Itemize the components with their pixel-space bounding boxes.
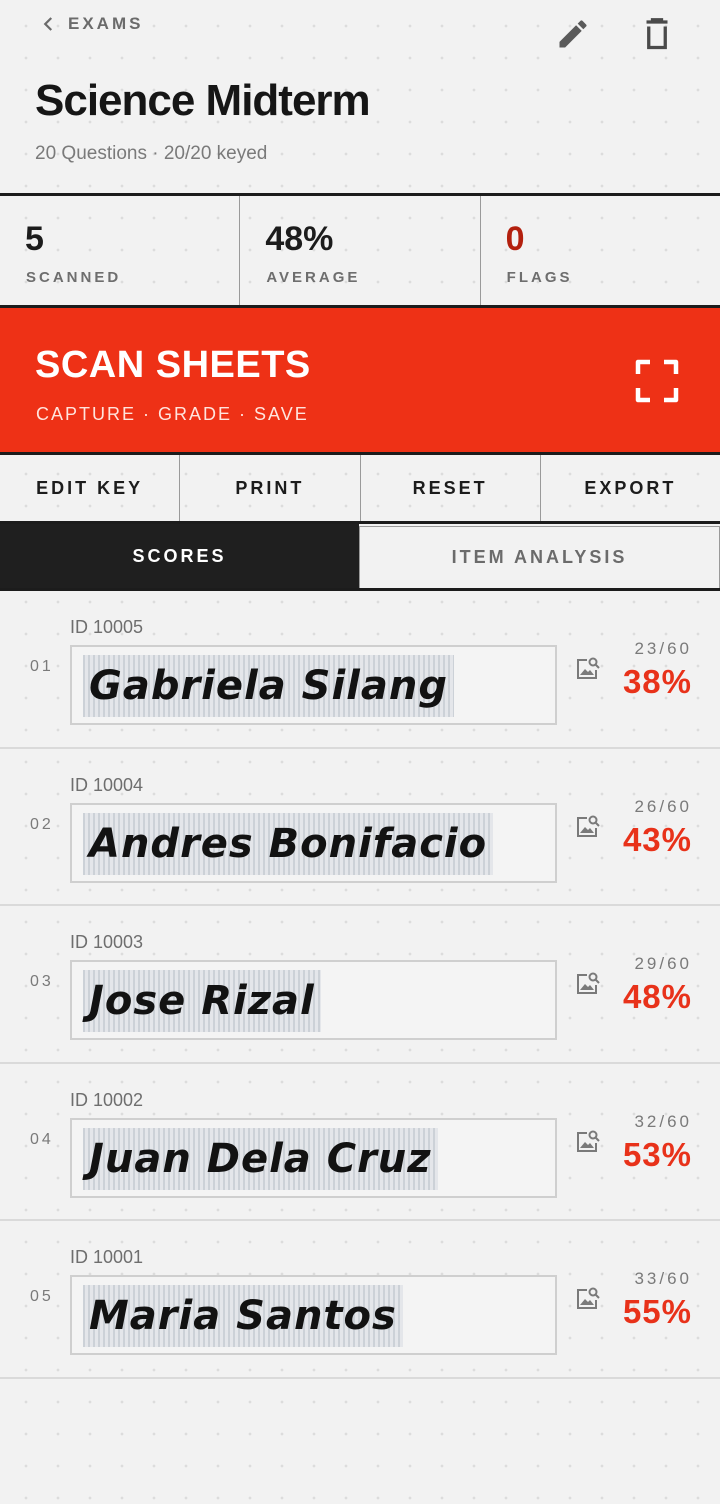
row-number: 01 xyxy=(30,658,54,675)
row-number: 02 xyxy=(30,815,54,833)
score-fraction: 26/60 xyxy=(634,796,692,816)
image-search-icon[interactable] xyxy=(575,1128,601,1154)
stat-label: AVERAGE xyxy=(266,269,361,286)
top-bar: EXAMS xyxy=(0,0,720,60)
edit-key-button[interactable]: EDIT KEY xyxy=(0,455,181,521)
back-button[interactable]: EXAMS xyxy=(40,14,143,34)
score-fraction: 29/60 xyxy=(634,954,692,973)
score-percent: 38% xyxy=(622,663,692,700)
student-name-image: Juan Dela Cruz xyxy=(83,1127,438,1190)
image-search-icon[interactable] xyxy=(575,1285,601,1311)
stats-bar: 5 SCANNED 48% AVERAGE 0 FLAGS xyxy=(0,193,720,308)
pencil-icon xyxy=(559,20,587,48)
action-bar: EDIT KEY PRINT RESET EXPORT xyxy=(0,452,720,524)
print-button[interactable]: PRINT xyxy=(180,455,361,521)
table-row[interactable]: 03 ID 10003 Jose Rizal 29/60 48% xyxy=(0,906,720,1064)
name-image-box: Maria Santos xyxy=(70,1275,557,1355)
score-fraction: 32/60 xyxy=(634,1111,692,1131)
score-percent: 48% xyxy=(622,978,692,1015)
scan-title: SCAN SHEETS xyxy=(35,344,311,386)
reset-button[interactable]: RESET xyxy=(361,455,541,521)
student-id: ID 10005 xyxy=(70,617,144,637)
student-name-image: Gabriela Silang xyxy=(83,655,454,717)
score-fraction: 23/60 xyxy=(634,639,692,658)
name-image-box: Gabriela Silang xyxy=(70,645,557,725)
exam-subtitle: 20 Questions · 20/20 keyed xyxy=(35,143,268,164)
student-name-image: Jose Rizal xyxy=(83,970,321,1032)
scan-sheets-button[interactable]: SCAN SHEETS CAPTURE · GRADE · SAVE xyxy=(0,308,720,452)
scores-list: 01 ID 10005 Gabriela Silang 23/60 38% 02… xyxy=(0,591,720,1379)
chevron-left-icon xyxy=(43,17,53,31)
stat-label: SCANNED xyxy=(26,269,122,286)
score-percent: 43% xyxy=(622,820,692,858)
table-row[interactable]: 01 ID 10005 Gabriela Silang 23/60 38% xyxy=(0,591,720,749)
name-image-box: Juan Dela Cruz xyxy=(70,1117,557,1198)
tab-scores[interactable]: SCORES xyxy=(0,524,359,588)
edit-button[interactable] xyxy=(553,14,593,54)
score-percent: 53% xyxy=(622,1135,692,1173)
stat-flags: 0 FLAGS xyxy=(481,196,720,305)
stat-label: FLAGS xyxy=(506,269,573,286)
table-row[interactable]: 04 ID 10002 Juan Dela Cruz 32/60 53% xyxy=(0,1064,720,1221)
student-id: ID 10002 xyxy=(70,1089,144,1110)
student-id: ID 10001 xyxy=(70,1247,144,1267)
export-button[interactable]: EXPORT xyxy=(541,455,720,521)
stat-average: 48% AVERAGE xyxy=(240,196,481,305)
page-title: Science Midterm xyxy=(35,76,371,125)
image-search-icon[interactable] xyxy=(575,813,601,839)
stat-value: 0 xyxy=(505,220,525,258)
row-number: 03 xyxy=(30,973,54,990)
student-id: ID 10003 xyxy=(70,932,144,952)
student-name-image: Maria Santos xyxy=(83,1285,403,1347)
score-percent: 55% xyxy=(622,1293,692,1330)
delete-button[interactable] xyxy=(637,14,677,54)
tab-item-analysis[interactable]: ITEM ANALYSIS xyxy=(359,526,720,588)
tab-bar: SCORES ITEM ANALYSIS xyxy=(0,524,720,591)
stat-value: 5 xyxy=(25,220,44,258)
row-number: 05 xyxy=(30,1288,54,1305)
student-name-image: Andres Bonifacio xyxy=(83,812,494,875)
row-number: 04 xyxy=(30,1130,54,1148)
table-row[interactable]: 02 ID 10004 Andres Bonifacio 26/60 43% xyxy=(0,749,720,906)
name-image-box: Jose Rizal xyxy=(70,960,557,1040)
back-label: EXAMS xyxy=(68,14,144,33)
trash-icon xyxy=(646,18,668,50)
student-id: ID 10004 xyxy=(70,774,144,795)
stat-scanned: 5 SCANNED xyxy=(0,196,241,305)
scan-subtitle: CAPTURE · GRADE · SAVE xyxy=(36,404,309,424)
image-search-icon[interactable] xyxy=(575,970,601,996)
table-row[interactable]: 05 ID 10001 Maria Santos 33/60 55% xyxy=(0,1221,720,1379)
name-image-box: Andres Bonifacio xyxy=(70,802,557,883)
stat-value: 48% xyxy=(265,220,334,258)
score-fraction: 33/60 xyxy=(634,1269,692,1288)
scan-frame-icon xyxy=(635,359,679,403)
image-search-icon[interactable] xyxy=(575,655,601,681)
